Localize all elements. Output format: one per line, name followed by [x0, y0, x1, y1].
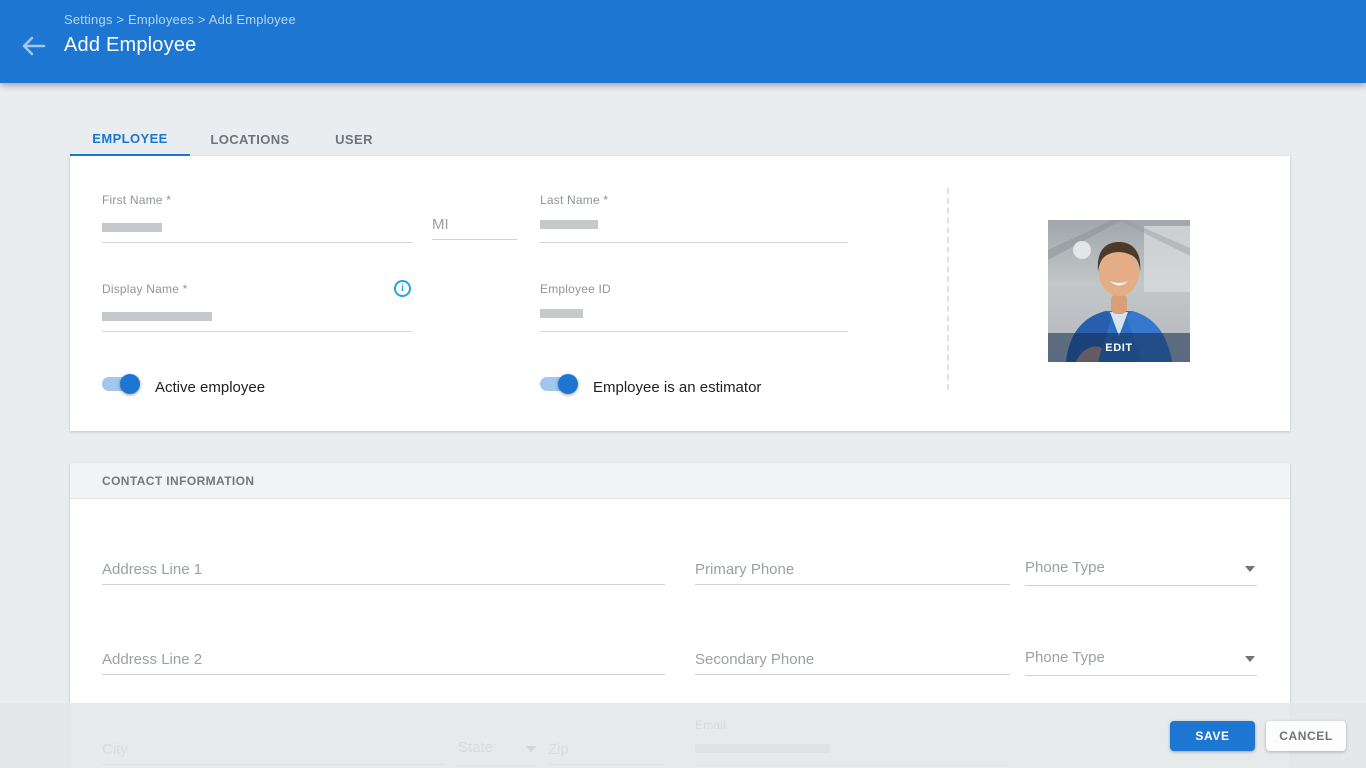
display-name-label: Display Name * — [102, 282, 188, 296]
save-button[interactable]: SAVE — [1170, 721, 1255, 751]
first-name-field[interactable] — [102, 242, 412, 243]
arrow-left-icon — [19, 36, 49, 64]
first-name-label: First Name * — [102, 193, 172, 207]
chevron-down-icon — [1245, 566, 1255, 572]
first-name-value-bar — [102, 223, 162, 232]
action-bar: SAVE CANCEL — [0, 703, 1366, 768]
toggle-thumb — [120, 374, 140, 394]
phone-type-1-dropdown[interactable]: Phone Type — [1025, 559, 1257, 586]
vertical-divider — [947, 188, 949, 390]
page-title: Add Employee — [64, 34, 197, 56]
employee-id-label: Employee ID — [540, 282, 611, 296]
employee-form-card: First Name * Last Name * Display Name * … — [70, 156, 1290, 431]
address-line-1-input[interactable] — [102, 561, 665, 585]
tab-locations[interactable]: LOCATIONS — [190, 123, 310, 156]
contact-section-title: CONTACT INFORMATION — [102, 474, 255, 488]
last-name-value-bar — [540, 220, 598, 229]
display-name-value-bar — [102, 312, 212, 321]
address-line-2-input[interactable] — [102, 651, 665, 675]
estimator-toggle[interactable] — [540, 374, 578, 394]
employee-id-field[interactable] — [540, 331, 848, 332]
tab-employee[interactable]: EMPLOYEE — [70, 123, 190, 156]
last-name-label: Last Name * — [540, 193, 609, 207]
employee-photo[interactable]: EDIT — [1048, 220, 1190, 362]
display-name-field[interactable] — [102, 331, 412, 332]
middle-initial-input[interactable] — [432, 216, 517, 240]
employee-id-value-bar — [540, 309, 583, 318]
tab-user[interactable]: USER — [310, 123, 398, 156]
photo-edit-button[interactable]: EDIT — [1048, 334, 1190, 362]
primary-phone-input[interactable] — [695, 561, 1010, 585]
estimator-label: Employee is an estimator — [593, 379, 762, 396]
chevron-down-icon — [1245, 656, 1255, 662]
secondary-phone-input[interactable] — [695, 651, 1010, 675]
toggle-thumb — [558, 374, 578, 394]
tab-bar: EMPLOYEE LOCATIONS USER — [70, 123, 398, 156]
phone-type-1-value: Phone Type — [1025, 559, 1105, 576]
active-employee-toggle[interactable] — [102, 374, 140, 394]
contact-section-header: CONTACT INFORMATION — [70, 463, 1290, 499]
cancel-button[interactable]: CANCEL — [1266, 721, 1346, 751]
active-employee-label: Active employee — [155, 379, 266, 396]
info-icon[interactable]: i — [394, 280, 411, 297]
breadcrumb: Settings > Employees > Add Employee — [64, 12, 296, 27]
phone-type-2-dropdown[interactable]: Phone Type — [1025, 649, 1257, 676]
app-header: Settings > Employees > Add Employee Add … — [0, 0, 1366, 83]
last-name-field[interactable] — [540, 242, 848, 243]
phone-type-2-value: Phone Type — [1025, 649, 1105, 666]
back-button[interactable] — [18, 31, 50, 63]
